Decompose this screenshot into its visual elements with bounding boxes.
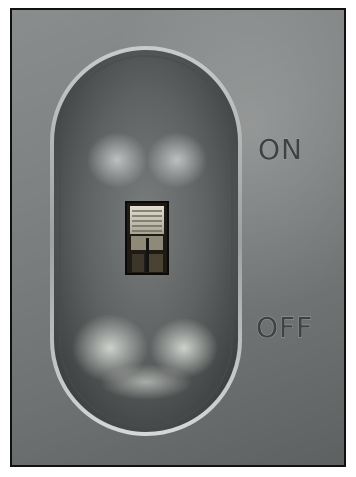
switch-panel-photo: ON OFF <box>10 8 346 467</box>
slide-switch[interactable] <box>125 201 169 275</box>
off-label: OFF <box>256 311 313 344</box>
on-label: ON <box>258 133 303 166</box>
switch-knob[interactable] <box>130 206 164 234</box>
